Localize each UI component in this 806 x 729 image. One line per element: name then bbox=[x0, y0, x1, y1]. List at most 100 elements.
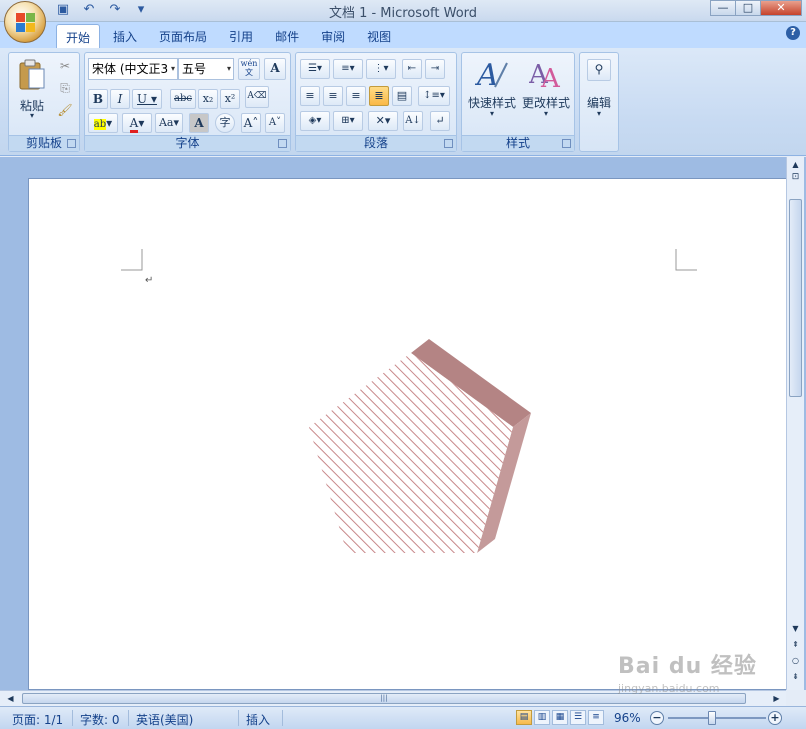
cut-icon[interactable]: ✂ bbox=[55, 57, 75, 77]
line-spacing-button[interactable]: ↕≡▾ bbox=[418, 86, 450, 106]
editing-button[interactable]: ⚲ 编辑 ▾ bbox=[582, 57, 616, 127]
change-styles-button[interactable]: A A 更改样式 ▾ bbox=[520, 57, 572, 127]
tab-review[interactable]: 审阅 bbox=[312, 24, 354, 48]
status-separator bbox=[72, 710, 73, 726]
change-case-button[interactable]: Aa▾ bbox=[155, 113, 183, 133]
customize-toolbar-icon[interactable]: ▾ bbox=[132, 2, 150, 18]
distributed-button[interactable]: ▤ bbox=[392, 86, 412, 106]
multilevel-list-button[interactable]: ⋮▾ bbox=[366, 59, 396, 79]
copy-icon[interactable]: ⎘ bbox=[55, 79, 75, 99]
tab-view[interactable]: 视图 bbox=[358, 24, 400, 48]
scroll-down-icon[interactable]: ▼ bbox=[789, 623, 802, 635]
align-left-button[interactable]: ≡ bbox=[300, 86, 320, 106]
superscript-button[interactable]: x² bbox=[220, 89, 240, 109]
phonetic-guide-button[interactable]: wén 文 bbox=[238, 58, 260, 80]
paste-dropdown-icon[interactable]: ▾ bbox=[15, 111, 49, 120]
paste-button[interactable]: 粘贴 ▾ bbox=[15, 57, 49, 123]
document-workspace: ↵ bbox=[0, 157, 806, 690]
status-page[interactable]: 页面: 1/1 bbox=[12, 711, 63, 728]
help-icon[interactable]: ? bbox=[786, 26, 800, 40]
status-insert-mode[interactable]: 插入 bbox=[246, 711, 270, 728]
change-styles-dropdown-icon: ▾ bbox=[543, 109, 548, 118]
shrink-font-button[interactable]: A˅ bbox=[265, 113, 285, 133]
maximize-button[interactable]: □ bbox=[735, 0, 761, 16]
change-styles-icon: A A bbox=[529, 60, 561, 91]
character-border-button[interactable]: A bbox=[264, 58, 286, 80]
draft-view-button[interactable]: ≡ bbox=[588, 710, 604, 725]
zoom-slider-thumb[interactable] bbox=[708, 711, 716, 725]
font-launcher-icon[interactable] bbox=[278, 139, 287, 148]
font-color-button[interactable]: A▾ bbox=[122, 113, 152, 133]
font-name-value: 宋体 (中文正3 bbox=[92, 62, 169, 76]
editing-group: ⚲ 编辑 ▾ bbox=[579, 52, 619, 152]
document-page[interactable]: ↵ bbox=[28, 178, 787, 690]
increase-indent-button[interactable]: ⇥ bbox=[425, 59, 445, 79]
previous-page-icon[interactable]: ⇞ bbox=[789, 639, 802, 651]
outline-view-button[interactable]: ☰ bbox=[570, 710, 586, 725]
tab-home[interactable]: 开始 bbox=[56, 24, 101, 48]
italic-button[interactable]: I bbox=[110, 89, 130, 109]
vertical-scroll-thumb[interactable] bbox=[789, 199, 802, 397]
highlight-button[interactable]: ab▾ bbox=[88, 113, 118, 133]
quick-styles-button[interactable]: A 快速样式 ▾ bbox=[466, 57, 518, 127]
grow-font-button[interactable]: A˄ bbox=[241, 113, 261, 133]
font-name-select[interactable]: 宋体 (中文正3 ▾ bbox=[88, 58, 178, 80]
tab-insert[interactable]: 插入 bbox=[104, 24, 146, 48]
status-language[interactable]: 英语(美国) bbox=[136, 711, 193, 728]
shading-button[interactable]: ◈▾ bbox=[300, 111, 330, 131]
align-right-button[interactable]: ≡ bbox=[346, 86, 366, 106]
minimize-button[interactable]: — bbox=[710, 0, 736, 16]
zoom-level[interactable]: 96% bbox=[614, 711, 641, 725]
status-word-count[interactable]: 字数: 0 bbox=[80, 711, 120, 728]
select-browse-object-icon[interactable]: ○ bbox=[789, 655, 802, 667]
bold-button[interactable]: B bbox=[88, 89, 108, 109]
font-size-select[interactable]: 五号 ▾ bbox=[178, 58, 234, 80]
tab-mailings[interactable]: 邮件 bbox=[266, 24, 308, 48]
scroll-left-icon[interactable]: ◀ bbox=[4, 693, 17, 705]
save-icon[interactable]: ▣ bbox=[54, 2, 72, 18]
ruler-toggle-icon[interactable]: ⊡ bbox=[789, 171, 802, 183]
strikethrough-button[interactable]: abc bbox=[170, 89, 196, 109]
format-painter-icon[interactable]: 🖌 bbox=[55, 101, 75, 121]
chinese-layout-button[interactable]: ✕▾ bbox=[368, 111, 398, 131]
scroll-right-icon[interactable]: ▶ bbox=[770, 693, 783, 705]
align-center-button[interactable]: ≡ bbox=[323, 86, 343, 106]
underline-button[interactable]: U ▾ bbox=[132, 89, 162, 109]
undo-icon[interactable]: ↶ bbox=[80, 2, 98, 18]
zoom-out-button[interactable]: − bbox=[650, 711, 664, 725]
print-layout-view-button[interactable]: ▤ bbox=[516, 710, 532, 725]
character-shading-button[interactable]: A bbox=[189, 113, 209, 133]
clipboard-launcher-icon[interactable] bbox=[67, 139, 76, 148]
styles-group-label: 样式 bbox=[462, 135, 574, 151]
show-marks-button[interactable]: ↵ bbox=[430, 111, 450, 131]
tab-references[interactable]: 引用 bbox=[220, 24, 262, 48]
clear-formatting-button[interactable]: A⌫ bbox=[245, 86, 269, 108]
close-button[interactable]: ✕ bbox=[760, 0, 802, 16]
baidu-watermark: Bai du 经验 jingyan.baidu.com bbox=[618, 648, 768, 708]
redo-icon[interactable]: ↷ bbox=[106, 2, 124, 18]
paragraph-mark-icon: ↵ bbox=[145, 275, 154, 286]
paragraph-launcher-icon[interactable] bbox=[444, 139, 453, 148]
decrease-indent-button[interactable]: ⇤ bbox=[402, 59, 422, 79]
watermark-url: jingyan.baidu.com bbox=[618, 682, 720, 695]
subscript-button[interactable]: x₂ bbox=[198, 89, 218, 109]
sort-button[interactable]: A↓ bbox=[403, 111, 423, 131]
font-group-label: 字体 bbox=[85, 135, 290, 151]
editing-dropdown-icon: ▾ bbox=[596, 109, 601, 118]
full-screen-reading-view-button[interactable]: ▥ bbox=[534, 710, 550, 725]
scroll-up-icon[interactable]: ▲ bbox=[789, 159, 802, 171]
bullets-button[interactable]: ☰▾ bbox=[300, 59, 330, 79]
enclose-characters-button[interactable]: 字 bbox=[215, 113, 235, 133]
next-page-icon[interactable]: ⇟ bbox=[789, 671, 802, 683]
styles-launcher-icon[interactable] bbox=[562, 139, 571, 148]
tab-page-layout[interactable]: 页面布局 bbox=[150, 24, 216, 48]
numbering-button[interactable]: ≡▾ bbox=[333, 59, 363, 79]
vertical-scrollbar[interactable]: ▲ ⊡ ▼ ⇞ ○ ⇟ bbox=[786, 157, 804, 690]
zoom-in-button[interactable]: + bbox=[768, 711, 782, 725]
borders-button[interactable]: ⊞▾ bbox=[333, 111, 363, 131]
zoom-slider-track[interactable] bbox=[668, 717, 766, 719]
justify-button[interactable]: ≣ bbox=[369, 86, 389, 106]
pentagon-shape[interactable] bbox=[305, 335, 535, 555]
office-button[interactable] bbox=[4, 1, 46, 43]
web-layout-view-button[interactable]: ▦ bbox=[552, 710, 568, 725]
